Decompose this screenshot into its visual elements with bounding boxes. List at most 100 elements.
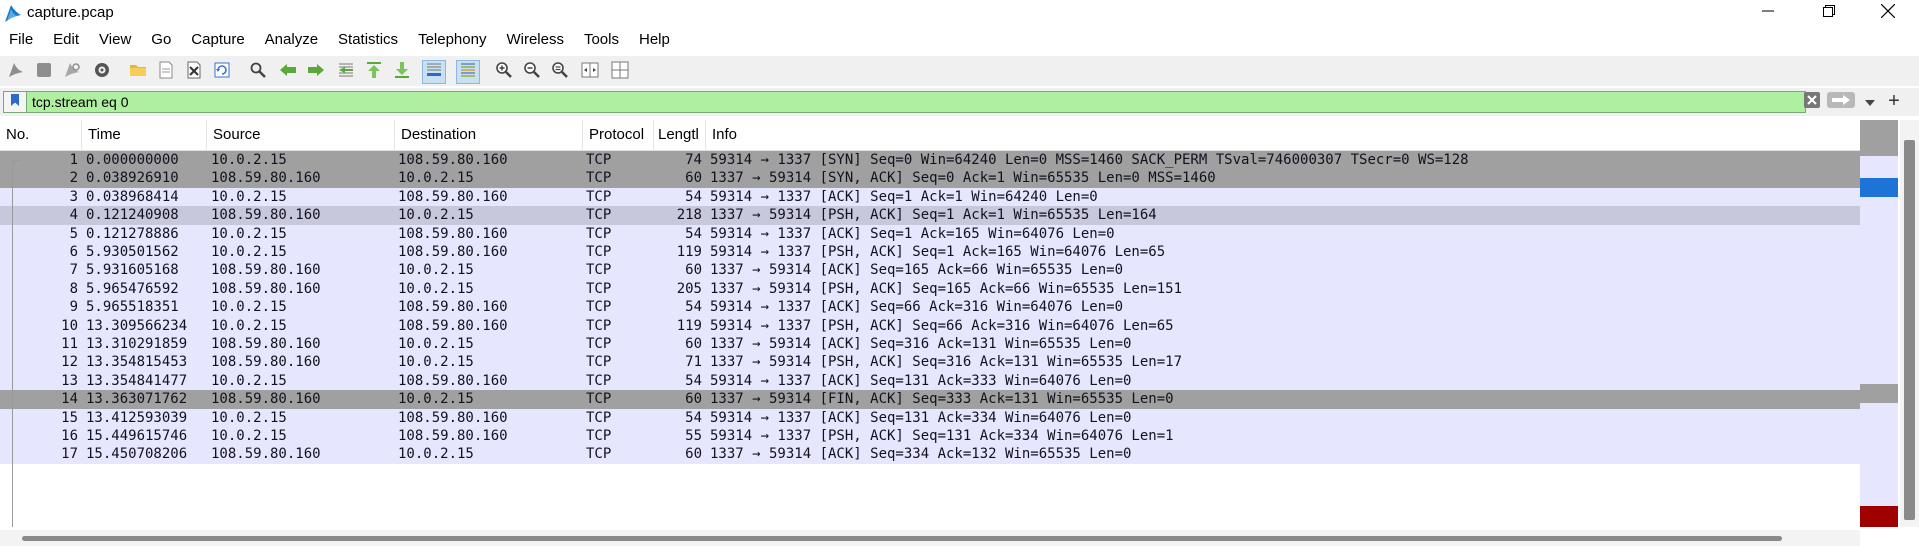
column-header-source[interactable]: Source bbox=[207, 120, 395, 150]
packet-protocol: TCP bbox=[586, 225, 612, 242]
packet-destination: 108.59.80.160 bbox=[398, 188, 508, 205]
packet-length: 60 bbox=[685, 262, 702, 279]
packet-time: 15.449615746 bbox=[86, 428, 188, 444]
minimap-mark-red bbox=[1860, 506, 1898, 527]
save-file-button[interactable] bbox=[154, 60, 178, 84]
packet-source: 10.0.2.15 bbox=[211, 188, 287, 205]
packet-row[interactable]: 6 5.930501562 10.0.2.15 108.59.80.160 TC… bbox=[0, 243, 1860, 262]
packet-row[interactable]: 16 15.449615746 10.0.2.15 108.59.80.160 … bbox=[0, 427, 1860, 446]
menu-wireless[interactable]: Wireless bbox=[496, 28, 574, 54]
zoom-out-icon bbox=[523, 61, 541, 84]
display-filter-input[interactable] bbox=[32, 92, 1772, 112]
stop-capture-button[interactable] bbox=[32, 60, 56, 84]
vertical-scroll-thumb[interactable] bbox=[1904, 140, 1915, 520]
packet-row[interactable]: 10 13.309566234 10.0.2.15 108.59.80.160 … bbox=[0, 316, 1860, 335]
menu-view[interactable]: View bbox=[89, 28, 141, 54]
packet-row[interactable]: 14 13.363071762 108.59.80.160 10.0.2.15 … bbox=[0, 390, 1860, 409]
clear-filter-icon bbox=[1803, 91, 1821, 114]
menu-capture[interactable]: Capture bbox=[181, 28, 254, 54]
filter-bookmark-button[interactable] bbox=[4, 92, 27, 112]
packet-row[interactable]: 5 0.121278886 10.0.2.15 108.59.80.160 TC… bbox=[0, 224, 1860, 243]
packet-row[interactable]: 2 0.038926910 108.59.80.160 10.0.2.15 TC… bbox=[0, 169, 1860, 188]
clear-filter-button[interactable] bbox=[1802, 91, 1822, 114]
packet-destination: 10.0.2.15 bbox=[398, 207, 474, 224]
menu-analyze[interactable]: Analyze bbox=[255, 28, 328, 54]
first-packet-button[interactable] bbox=[362, 60, 386, 84]
packet-destination: 108.59.80.160 bbox=[398, 299, 508, 316]
packet-protocol: TCP bbox=[586, 170, 612, 187]
last-packet-button[interactable] bbox=[390, 60, 414, 84]
go-forward-button[interactable] bbox=[304, 60, 328, 84]
vertical-scrollbar[interactable] bbox=[1900, 120, 1919, 527]
horizontal-scrollbar[interactable] bbox=[0, 530, 1860, 546]
column-header-length[interactable]: Lengtl bbox=[654, 120, 706, 150]
column-header-no[interactable]: No. bbox=[0, 120, 82, 150]
packet-protocol: TCP bbox=[586, 372, 612, 389]
apply-filter-button[interactable] bbox=[1826, 91, 1856, 112]
restore-button[interactable] bbox=[1803, 0, 1855, 26]
menu-telephony[interactable]: Telephony bbox=[408, 28, 496, 54]
arrow-left-icon bbox=[279, 61, 297, 84]
close-button[interactable] bbox=[1862, 0, 1914, 26]
packet-time: 13.309566234 bbox=[86, 317, 188, 334]
minimap-mark-selected bbox=[1860, 178, 1898, 197]
packet-source: 108.59.80.160 bbox=[211, 280, 321, 297]
menu-help[interactable]: Help bbox=[629, 28, 680, 54]
menu-tools[interactable]: Tools bbox=[574, 28, 629, 54]
packet-row[interactable]: 3 0.038968414 10.0.2.15 108.59.80.160 TC… bbox=[0, 187, 1860, 207]
column-header-protocol[interactable]: Protocol bbox=[583, 120, 654, 150]
window-title: capture.pcap bbox=[27, 4, 114, 21]
menu-file[interactable]: File bbox=[0, 28, 43, 54]
start-capture-button[interactable] bbox=[4, 60, 28, 84]
packet-row[interactable]: 8 5.965476592 108.59.80.160 10.0.2.15 TC… bbox=[0, 279, 1860, 299]
open-file-button[interactable] bbox=[126, 60, 150, 84]
horizontal-scroll-thumb[interactable] bbox=[22, 536, 1782, 541]
menu-go[interactable]: Go bbox=[141, 28, 181, 54]
gear-icon bbox=[93, 61, 111, 84]
packet-info: 59314 → 1337 [PSH, ACK] Seq=66 Ack=316 W… bbox=[710, 317, 1174, 334]
packet-destination: 10.0.2.15 bbox=[398, 262, 474, 279]
zoom-in-button[interactable] bbox=[492, 60, 516, 84]
resize-columns-button[interactable] bbox=[578, 60, 602, 84]
packet-destination: 10.0.2.15 bbox=[398, 280, 474, 297]
packet-row[interactable]: 9 5.965518351 10.0.2.15 108.59.80.160 TC… bbox=[0, 298, 1860, 317]
packet-row[interactable]: 15 13.412593039 10.0.2.15 108.59.80.160 … bbox=[0, 408, 1860, 427]
packet-row[interactable]: 7 5.931605168 108.59.80.160 10.0.2.15 TC… bbox=[0, 261, 1860, 280]
reload-file-button[interactable] bbox=[210, 60, 234, 84]
filter-history-dropdown[interactable] bbox=[1862, 92, 1878, 112]
menu-statistics[interactable]: Statistics bbox=[328, 28, 408, 54]
packet-row[interactable]: 4 0.121240908 108.59.80.160 10.0.2.15 TC… bbox=[0, 206, 1860, 225]
packet-row[interactable]: 1 0.000000000 10.0.2.15 108.59.80.160 TC… bbox=[0, 151, 1860, 170]
column-header-info[interactable]: Info bbox=[706, 120, 1860, 150]
packet-source: 10.0.2.15 bbox=[211, 244, 287, 260]
capture-options-button[interactable] bbox=[90, 60, 114, 84]
packet-row[interactable]: 17 15.450708206 108.59.80.160 10.0.2.15 … bbox=[0, 445, 1860, 464]
packet-protocol: TCP bbox=[586, 280, 612, 297]
packet-info: 59314 → 1337 [ACK] Seq=1 Ack=1 Win=64240… bbox=[710, 188, 1098, 205]
add-filter-button[interactable]: + bbox=[1882, 90, 1906, 114]
autoscroll-button[interactable] bbox=[422, 60, 446, 84]
find-packet-button[interactable] bbox=[246, 60, 270, 84]
zoom-out-button[interactable] bbox=[520, 60, 544, 84]
column-header-time[interactable]: Time bbox=[82, 120, 207, 150]
packet-info: 1337 → 59314 [PSH, ACK] Seq=165 Ack=66 W… bbox=[710, 280, 1183, 297]
packet-source: 108.59.80.160 bbox=[211, 354, 321, 371]
close-file-button[interactable] bbox=[182, 60, 206, 84]
packet-row[interactable]: 12 13.354815453 108.59.80.160 10.0.2.15 … bbox=[0, 353, 1860, 372]
packet-minimap[interactable] bbox=[1860, 120, 1898, 527]
packet-length: 54 bbox=[685, 225, 702, 242]
title-bar: capture.pcap bbox=[0, 0, 1919, 26]
layout-button[interactable] bbox=[608, 60, 632, 84]
go-back-button[interactable] bbox=[276, 60, 300, 84]
zoom-reset-button[interactable] bbox=[548, 60, 572, 84]
search-icon bbox=[249, 61, 267, 84]
packet-row[interactable]: 11 13.310291859 108.59.80.160 10.0.2.15 … bbox=[0, 335, 1860, 354]
column-header-destination[interactable]: Destination bbox=[395, 120, 583, 150]
go-to-packet-button[interactable] bbox=[334, 60, 358, 84]
packet-row[interactable]: 13 13.354841477 10.0.2.15 108.59.80.160 … bbox=[0, 371, 1860, 391]
colorize-button[interactable] bbox=[456, 60, 480, 84]
minimize-button[interactable] bbox=[1742, 0, 1794, 26]
menu-edit[interactable]: Edit bbox=[43, 28, 89, 54]
restore-icon bbox=[1823, 4, 1835, 22]
restart-capture-button[interactable] bbox=[60, 60, 84, 84]
